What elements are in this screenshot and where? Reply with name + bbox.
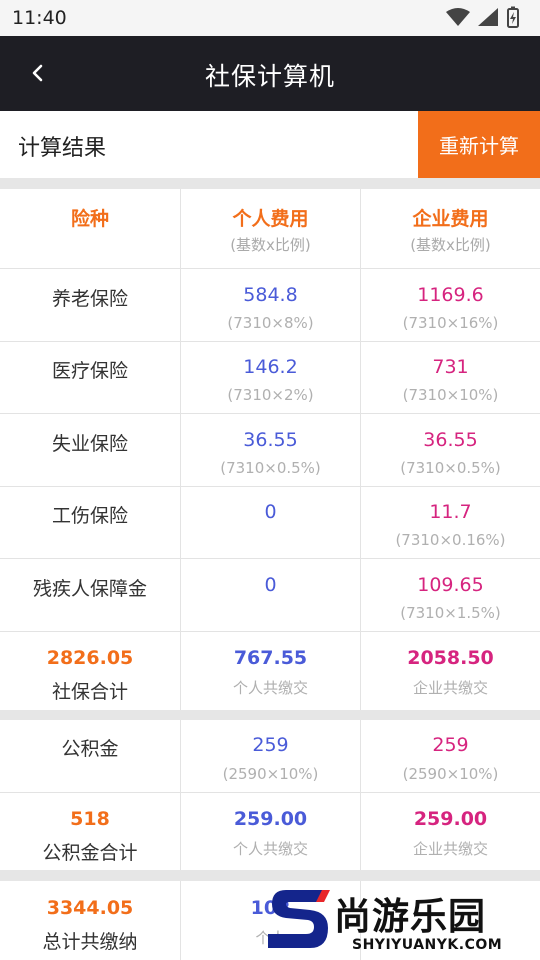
row-name: 失业保险 (51, 433, 128, 455)
fund-total-amount: 518 (70, 808, 110, 830)
fund-company-total-label: 企业共缴交 (412, 840, 488, 858)
header-company-sub: (基数x比例) (410, 236, 491, 254)
grand-total-amount: 3344.05 (46, 897, 134, 919)
watermark-logo-icon (268, 890, 330, 948)
fund-name: 公积金 (61, 738, 119, 760)
row-divider (0, 486, 540, 487)
status-bar: 11:40 (0, 0, 540, 36)
row-name: 工伤保险 (51, 505, 128, 527)
company-value: 1169.6 (417, 284, 484, 306)
personal-formula: (7310×8%) (227, 314, 314, 332)
section-divider (0, 870, 540, 881)
row-divider (0, 631, 540, 632)
personal-formula: (7310×2%) (227, 386, 314, 404)
personal-value: 146.2 (243, 356, 298, 378)
row-divider (0, 558, 540, 559)
recalculate-button[interactable]: 重新计算 (418, 111, 540, 178)
status-time: 11:40 (12, 7, 67, 29)
fund-company-total: 259.00 (413, 808, 488, 830)
company-formula: (7310×0.5%) (400, 459, 501, 477)
row-divider (0, 413, 540, 414)
company-value: 731 (432, 356, 469, 378)
personal-value: 36.55 (243, 429, 298, 451)
section-divider (0, 710, 540, 720)
grand-total-label: 总计共缴纳 (42, 931, 138, 953)
fund-personal-value: 259 (252, 734, 289, 756)
company-formula: (7310×10%) (402, 386, 499, 404)
result-bar: 计算结果 重新计算 (0, 111, 540, 178)
company-value: 109.65 (417, 574, 484, 596)
company-value: 11.7 (429, 501, 472, 523)
navbar: 社保计算机 (0, 36, 540, 111)
status-icons (446, 6, 519, 28)
fund-company-formula: (2590×10%) (402, 765, 499, 783)
social-personal-total-label: 个人共缴交 (232, 679, 308, 697)
result-label: 计算结果 (18, 136, 107, 161)
company-formula: (7310×0.16%) (395, 531, 506, 549)
row-divider (0, 792, 540, 793)
social-personal-total: 767.55 (233, 647, 308, 669)
company-formula: (7310×1.5%) (400, 604, 501, 622)
row-name: 医疗保险 (51, 360, 128, 382)
social-company-total-label: 企业共缴交 (412, 679, 488, 697)
header-personal-cost: 个人费用 (232, 208, 309, 230)
row-divider (0, 268, 540, 269)
signal-icon (478, 8, 498, 26)
fund-company-value: 259 (432, 734, 469, 756)
row-name: 养老保险 (51, 288, 128, 310)
personal-value: 0 (264, 501, 277, 523)
section-divider (0, 178, 540, 189)
row-divider (0, 341, 540, 342)
fund-personal-total: 259.00 (233, 808, 308, 830)
company-value: 36.55 (423, 429, 478, 451)
personal-formula: (7310×0.5%) (220, 459, 321, 477)
header-company-cost: 企业费用 (412, 208, 489, 230)
fund-personal-total-label: 个人共缴交 (232, 840, 308, 858)
wifi-icon (446, 8, 470, 26)
battery-icon (507, 6, 519, 28)
personal-value: 584.8 (243, 284, 298, 306)
social-total-label: 社保合计 (51, 681, 128, 703)
company-formula: (7310×16%) (402, 314, 499, 332)
fund-personal-formula: (2590×10%) (222, 765, 319, 783)
personal-value: 0 (264, 574, 277, 596)
watermark: 尚游乐园 SHYIYUANYK.COM (264, 882, 540, 960)
header-insurance-type: 险种 (70, 208, 109, 230)
page-title: 社保计算机 (204, 62, 335, 91)
watermark-url: SHYIYUANYK.COM (352, 937, 503, 953)
column-divider (180, 881, 181, 960)
social-company-total: 2058.50 (407, 647, 494, 669)
fund-total-label: 公积金合计 (42, 842, 138, 864)
row-name: 残疾人保障金 (32, 578, 147, 600)
social-total-amount: 2826.05 (46, 647, 134, 669)
header-personal-sub: (基数x比例) (230, 236, 311, 254)
watermark-text: 尚游乐园 (334, 895, 486, 938)
